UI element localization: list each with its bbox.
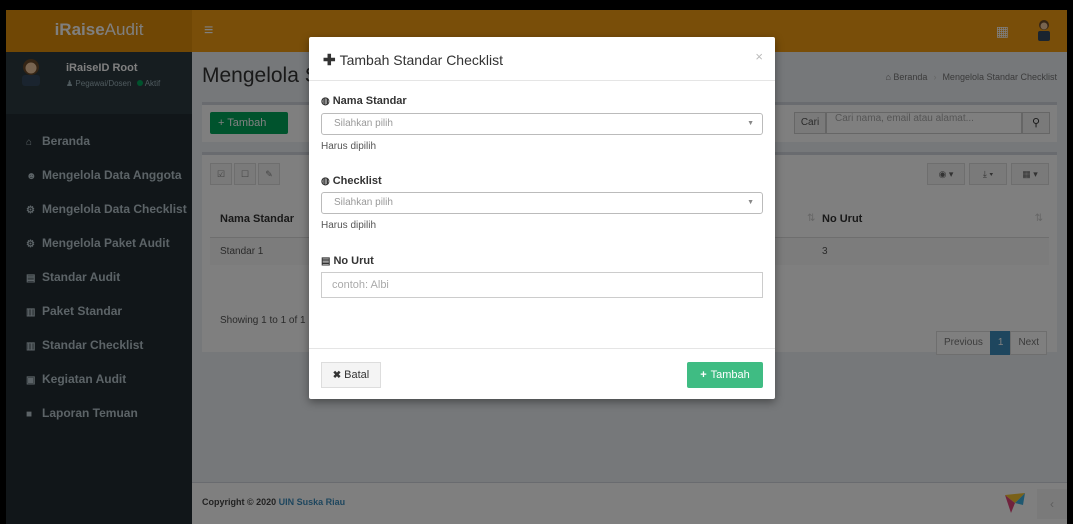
- no-urut-label: ▤ No Urut: [321, 255, 374, 267]
- close-icon[interactable]: ×: [755, 49, 763, 64]
- close-icon: ✖: [332, 370, 342, 381]
- globe-icon: ◍: [321, 176, 330, 187]
- no-urut-input[interactable]: contoh: Albi: [321, 272, 763, 298]
- id-card-icon: ▤: [321, 256, 331, 267]
- modal-footer: ✖ Batal + Tambah: [309, 348, 775, 399]
- checklist-label: ◍ Checklist: [321, 175, 382, 187]
- submit-button[interactable]: + Tambah: [687, 362, 763, 388]
- globe-icon: ◍: [321, 96, 330, 107]
- plus-icon: ✚: [323, 52, 336, 69]
- chevron-down-icon: ▼: [747, 199, 754, 206]
- plus-icon: +: [700, 369, 707, 381]
- chevron-down-icon: ▼: [747, 120, 754, 127]
- modal-header: ✚ Tambah Standar Checklist ×: [309, 37, 775, 81]
- cancel-button[interactable]: ✖ Batal: [321, 362, 381, 388]
- nama-standar-label: ◍ Nama Standar: [321, 95, 407, 107]
- checklist-select[interactable]: Silahkan pilih ▼: [321, 192, 763, 214]
- add-standar-checklist-modal: ✚ Tambah Standar Checklist × ◍ Nama Standa…: [309, 37, 775, 399]
- nama-standar-select[interactable]: Silahkan pilih ▼: [321, 113, 763, 135]
- checklist-help: Harus dipilih: [321, 220, 377, 231]
- nama-standar-help: Harus dipilih: [321, 141, 377, 152]
- modal-title: ✚ Tambah Standar Checklist: [323, 52, 503, 69]
